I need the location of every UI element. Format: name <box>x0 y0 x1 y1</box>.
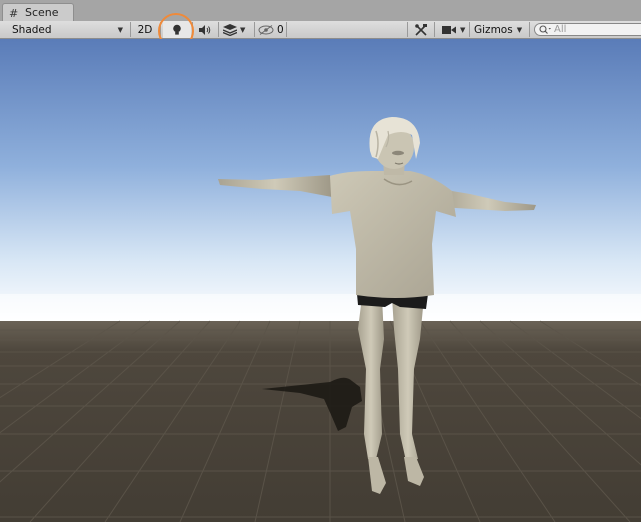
speaker-icon <box>199 24 211 35</box>
scene-toolbar-overlay: ▼ 0 ▼ Gizmos ▼ <box>0 21 641 38</box>
tab-strip: # Scene <box>0 0 641 22</box>
tab-scene[interactable]: # Scene <box>2 3 74 22</box>
tools-button[interactable] <box>410 21 432 38</box>
scene-viewport[interactable] <box>0 39 641 522</box>
hidden-objects-count: 0 <box>277 23 284 36</box>
audio-toggle-button[interactable] <box>195 21 215 38</box>
tab-scene-label: Scene <box>25 6 59 19</box>
dropdown-arrow-icon: ▼ <box>460 25 466 34</box>
search-icon <box>539 25 551 34</box>
toolbar-divider <box>434 22 435 37</box>
gizmos-dropdown[interactable]: Gizmos ▼ <box>470 21 528 38</box>
camera-dropdown[interactable]: ▼ <box>438 21 468 38</box>
toolbar-divider <box>218 22 219 37</box>
toolbar-divider <box>286 22 287 37</box>
hidden-objects-toggle[interactable]: 0 <box>255 21 285 38</box>
scene-render <box>0 39 641 522</box>
ground-plane <box>0 321 641 522</box>
search-field[interactable] <box>534 23 641 36</box>
toolbar-divider <box>529 22 530 37</box>
effects-dropdown[interactable]: ▼ <box>221 21 253 38</box>
tools-icon <box>415 23 427 36</box>
grid-icon: # <box>9 7 19 20</box>
gizmos-label: Gizmos <box>474 23 513 36</box>
layers-icon <box>223 23 237 36</box>
search-input[interactable] <box>554 24 634 35</box>
eye-slash-icon <box>258 24 274 35</box>
dropdown-arrow-icon: ▼ <box>516 25 523 34</box>
camera-icon <box>442 25 456 34</box>
dropdown-arrow-icon: ▼ <box>240 25 246 34</box>
toolbar-divider <box>407 22 408 37</box>
